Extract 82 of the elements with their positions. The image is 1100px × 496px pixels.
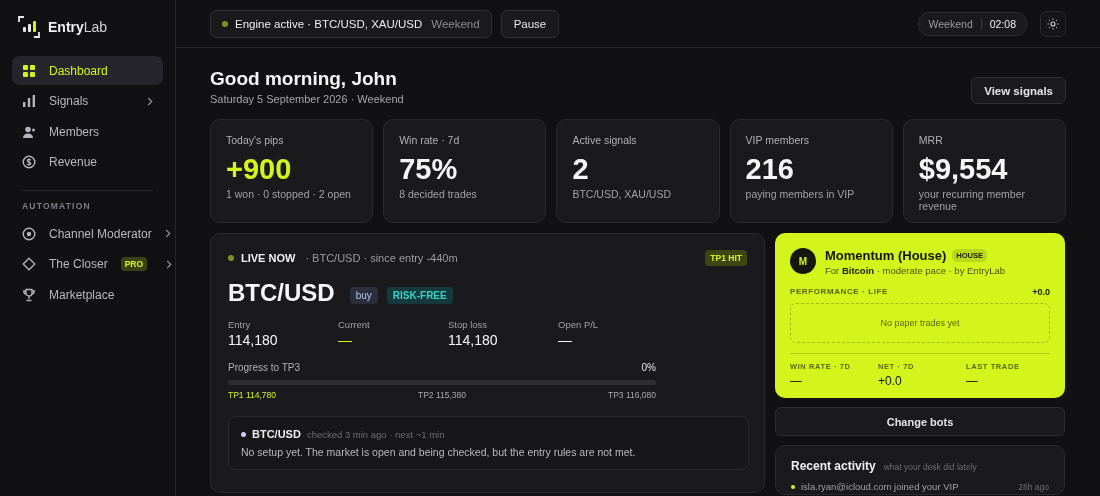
nav-item[interactable]: Marketplace bbox=[12, 280, 163, 309]
stat-value: 216 bbox=[745, 152, 795, 186]
live-dot bbox=[228, 255, 234, 261]
engine-tag: Weekend bbox=[431, 17, 480, 30]
stat-note: BTC/USD, XAU/USD bbox=[572, 188, 672, 200]
stat-value: $9,554 bbox=[918, 152, 1009, 186]
pause-button[interactable]: Pause bbox=[500, 9, 560, 38]
logo-icon bbox=[18, 16, 40, 38]
nav-item[interactable]: Signals bbox=[12, 86, 163, 116]
target-label: TP3 116,080 bbox=[607, 390, 656, 400]
figure-label: Open P/L bbox=[558, 319, 600, 330]
check-message: No setup yet. The market is open and being checked, but the entry rules are not met. bbox=[241, 446, 637, 458]
pro-badge: PRO bbox=[120, 257, 148, 271]
nav-item[interactable]: The Closer PRO bbox=[12, 249, 163, 279]
date-text: Saturday 5 September 2026 · Weekend bbox=[210, 93, 404, 105]
target-label: TP1 114,780 bbox=[228, 390, 277, 400]
view-signals-button[interactable]: View signals bbox=[971, 77, 1066, 104]
activity-time: 28h ago bbox=[1018, 481, 1049, 492]
bar-chart-icon bbox=[22, 94, 36, 108]
status-tag: RISK-FREE bbox=[386, 286, 453, 304]
nav-item[interactable]: Members bbox=[12, 117, 163, 146]
bot-name: Momentum (House) bbox=[825, 248, 947, 263]
performance-label: PERFORMANCE · LIFE bbox=[790, 287, 888, 297]
stat-label: MRR bbox=[918, 134, 944, 146]
activity-dot bbox=[791, 484, 795, 489]
nav-item[interactable]: Dashboard bbox=[12, 56, 163, 85]
figure-value: 114,180 bbox=[228, 332, 279, 348]
stat-value: 2 bbox=[572, 152, 590, 186]
figure-label: Stop loss bbox=[448, 319, 489, 330]
progress-label: Progress to TP3 bbox=[228, 362, 301, 373]
section-label: AUTOMATION bbox=[21, 201, 92, 213]
stat-value: 75% bbox=[399, 152, 459, 186]
check-meta: checked 3 min ago · next ~1 min bbox=[306, 428, 445, 440]
stat-note: 8 decided trades bbox=[399, 188, 478, 200]
trophy-icon bbox=[22, 287, 36, 302]
grid-icon bbox=[22, 63, 36, 78]
figure-value: 114,180 bbox=[448, 332, 499, 348]
check-pair: BTC/USD bbox=[252, 428, 301, 440]
stat-label: Win rate · 7d bbox=[399, 134, 461, 146]
live-meta: · BTC/USD · since entry -440m bbox=[305, 252, 458, 264]
tp-badge: TP1 HIT bbox=[705, 250, 747, 266]
session-label: Weekend bbox=[928, 17, 982, 30]
sun-icon bbox=[1047, 17, 1059, 30]
target-icon bbox=[22, 226, 36, 241]
brand-name: EntryLab bbox=[48, 19, 108, 35]
stat-note: your recurring member revenue bbox=[918, 188, 1026, 212]
pair-title: BTC/USD bbox=[228, 279, 335, 307]
metric-value: +0.0 bbox=[878, 374, 903, 388]
engine-text: Engine active · BTC/USD, XAU/USD bbox=[235, 17, 423, 30]
change-bots-button[interactable]: Change bots bbox=[775, 407, 1065, 436]
stat-note: paying members in VIP bbox=[745, 188, 856, 200]
stat-label: VIP members bbox=[745, 134, 810, 146]
figure-label: Current bbox=[338, 319, 371, 330]
activity-text: isla.ryan@icloud.com joined your VIP bbox=[801, 481, 960, 492]
dollar-coin-icon bbox=[22, 155, 36, 169]
theme-button[interactable] bbox=[1040, 10, 1066, 37]
progress-reading: 0% bbox=[641, 362, 656, 373]
stat-label: Today's pips bbox=[226, 134, 285, 146]
nav-item[interactable]: Channel Moderator bbox=[12, 219, 163, 248]
greeting: Good morning, John bbox=[210, 67, 398, 91]
figure-value: — bbox=[558, 332, 573, 348]
bot-avatar: M bbox=[790, 248, 816, 274]
target-label: TP2 115,380 bbox=[417, 390, 466, 400]
figure-label: Entry bbox=[228, 319, 252, 330]
activity-subtitle: what your desk did lately bbox=[883, 462, 977, 472]
status-dot bbox=[241, 431, 246, 437]
bot-subtitle: For Bitcoin · moderate pace · by EntryLab bbox=[825, 265, 1006, 276]
live-status: LIVE NOW bbox=[241, 252, 296, 264]
activity-title: Recent activity bbox=[791, 459, 876, 473]
diamond-icon bbox=[22, 257, 36, 271]
metric-value: — bbox=[966, 374, 979, 388]
empty-chart-area: No paper trades yet bbox=[790, 303, 1050, 343]
figure-value: — bbox=[338, 332, 353, 348]
metric-value: — bbox=[790, 374, 803, 388]
nav-item[interactable]: Revenue bbox=[12, 147, 163, 177]
stat-value: +900 bbox=[226, 152, 293, 186]
stat-note: 1 won · 0 stopped · 2 open bbox=[226, 188, 352, 200]
performance-value: +0.0 bbox=[1032, 287, 1050, 297]
person-icon bbox=[22, 124, 36, 139]
side-tag: buy bbox=[349, 286, 378, 304]
stat-label: Active signals bbox=[572, 134, 638, 146]
clock-time: 02:08 bbox=[989, 17, 1016, 30]
